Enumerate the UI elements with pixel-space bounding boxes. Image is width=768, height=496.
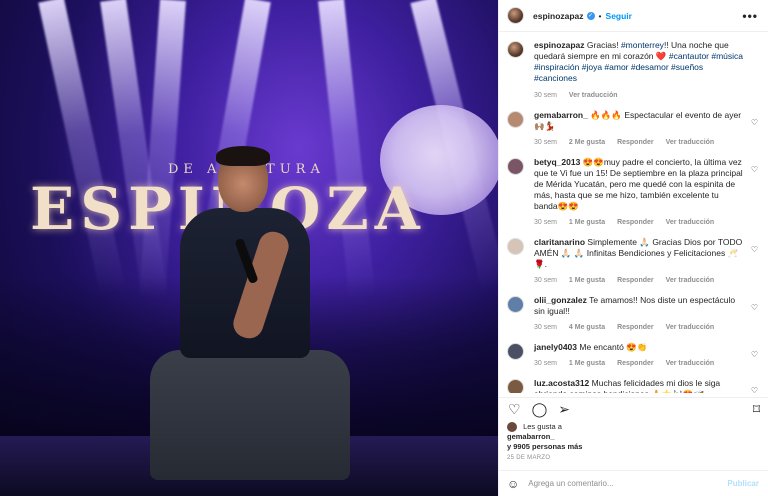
comment-like-icon[interactable]: ♡	[751, 118, 758, 127]
commenter-avatar[interactable]	[507, 238, 524, 255]
translation-link[interactable]: Ver traducción	[666, 139, 715, 146]
comment-item: claritanarino Simplemente 🙏🏻 Gracias Dio…	[507, 237, 758, 286]
follow-button[interactable]: Seguir	[606, 11, 632, 21]
likes-prefix: Les gusta a	[523, 422, 562, 431]
post-header: espinozapaz ✓ • Seguir •••	[499, 0, 768, 32]
liker-username[interactable]: gemabarron_	[507, 432, 555, 441]
caption-time: 30 sem	[534, 92, 557, 99]
comment-like-icon[interactable]: ♡	[751, 245, 758, 254]
comment-time: 30 sem	[534, 277, 557, 284]
reply-button[interactable]: Responder	[617, 139, 654, 146]
save-bookmark-icon[interactable]: ⌑	[753, 402, 760, 416]
translation-link[interactable]: Ver traducción	[666, 277, 715, 284]
caption-text: Gracias!	[586, 40, 621, 50]
comment-item: olii_gonzalez Te amamos!! Nos diste un e…	[507, 295, 758, 333]
translation-link[interactable]: Ver traducción	[666, 324, 715, 331]
translation-link[interactable]: Ver traducción	[666, 360, 715, 367]
reply-button[interactable]: Responder	[617, 324, 654, 331]
comment-input[interactable]	[528, 479, 728, 488]
comment-item: gemabarron_ 🔥🔥🔥 Espectacular el evento d…	[507, 110, 758, 148]
post-photo[interactable]: DE AVENTURA ESPINOZA	[0, 0, 498, 496]
comment-text: Me encantó 😍👏	[579, 342, 648, 352]
commenter-username[interactable]: janely0403	[534, 342, 577, 352]
separator-dot: •	[598, 10, 602, 21]
comment-likes[interactable]: 1 Me gusta	[569, 360, 605, 367]
author-avatar[interactable]	[507, 7, 524, 24]
caption-username[interactable]: espinozapaz	[534, 40, 585, 50]
comment-likes[interactable]: 2 Me gusta	[569, 139, 605, 146]
post-info-panel: espinozapaz ✓ • Seguir ••• espinozapaz G…	[498, 0, 768, 496]
comment-like-icon[interactable]: ♡	[751, 386, 758, 393]
post-date: 25 DE MARZO	[507, 455, 551, 461]
add-comment-bar: ☺ Publicar	[499, 470, 768, 496]
comment-time: 30 sem	[534, 360, 557, 367]
commenter-username[interactable]: betyq_2013	[534, 157, 580, 167]
comment-time: 30 sem	[534, 139, 557, 146]
comment-like-icon[interactable]: ♡	[751, 350, 758, 359]
commenter-username[interactable]: olii_gonzalez	[534, 295, 587, 305]
publish-button[interactable]: Publicar	[727, 479, 759, 488]
author-avatar[interactable]	[507, 41, 524, 58]
author-username[interactable]: espinozapaz	[533, 11, 584, 21]
verified-badge-icon: ✓	[586, 11, 595, 20]
share-icon[interactable]: ➢	[558, 402, 570, 416]
commenter-avatar[interactable]	[507, 379, 524, 393]
comment-like-icon[interactable]: ♡	[751, 165, 758, 174]
comment-item: betyq_2013 😍😍muy padre el concierto, la …	[507, 157, 758, 228]
comment-likes[interactable]: 1 Me gusta	[569, 219, 605, 226]
commenter-username[interactable]: gemabarron_	[534, 110, 588, 120]
post-actions-bar: ♡ ◯ ➢ ⌑	[499, 397, 768, 419]
likes-summary: Les gusta a gemabarron_ y 9905 personas …	[507, 422, 757, 452]
likes-count[interactable]: y 9905 personas más	[507, 442, 582, 451]
comment-item: luz.acosta312 Muchas felicidades mi dios…	[507, 378, 758, 393]
commenter-avatar[interactable]	[507, 343, 524, 360]
commenter-username[interactable]: claritanarino	[534, 237, 585, 247]
comment-icon[interactable]: ◯	[532, 402, 548, 416]
commenter-avatar[interactable]	[507, 296, 524, 313]
singer-figure	[150, 146, 360, 480]
caption-hashtag[interactable]: #monterrey	[621, 40, 664, 50]
post-caption: espinozapaz Gracias! #monterrey!! Una no…	[507, 40, 758, 101]
reply-button[interactable]: Responder	[617, 219, 654, 226]
comment-time: 30 sem	[534, 219, 557, 226]
comments-list[interactable]: espinozapaz Gracias! #monterrey!! Una no…	[499, 32, 768, 393]
commenter-avatar[interactable]	[507, 158, 524, 175]
instagram-post-frame: DE AVENTURA ESPINOZA espinozapaz ✓ • Seg…	[0, 0, 768, 496]
commenter-avatar[interactable]	[507, 111, 524, 128]
comment-time: 30 sem	[534, 324, 557, 331]
reply-button[interactable]: Responder	[617, 277, 654, 284]
comment-likes[interactable]: 1 Me gusta	[569, 277, 605, 284]
translation-link[interactable]: Ver traducción	[569, 92, 618, 99]
comment-likes[interactable]: 4 Me gusta	[569, 324, 605, 331]
comment-like-icon[interactable]: ♡	[751, 303, 758, 312]
commenter-username[interactable]: luz.acosta312	[534, 378, 589, 388]
liker-avatar	[507, 422, 517, 433]
translation-link[interactable]: Ver traducción	[666, 219, 715, 226]
reply-button[interactable]: Responder	[617, 360, 654, 367]
like-icon[interactable]: ♡	[508, 402, 521, 416]
comment-item: janely0403 Me encantó 😍👏 30 sem 1 Me gus…	[507, 342, 758, 369]
emoji-icon[interactable]: ☺	[507, 477, 519, 491]
more-options-icon[interactable]: •••	[742, 9, 758, 23]
